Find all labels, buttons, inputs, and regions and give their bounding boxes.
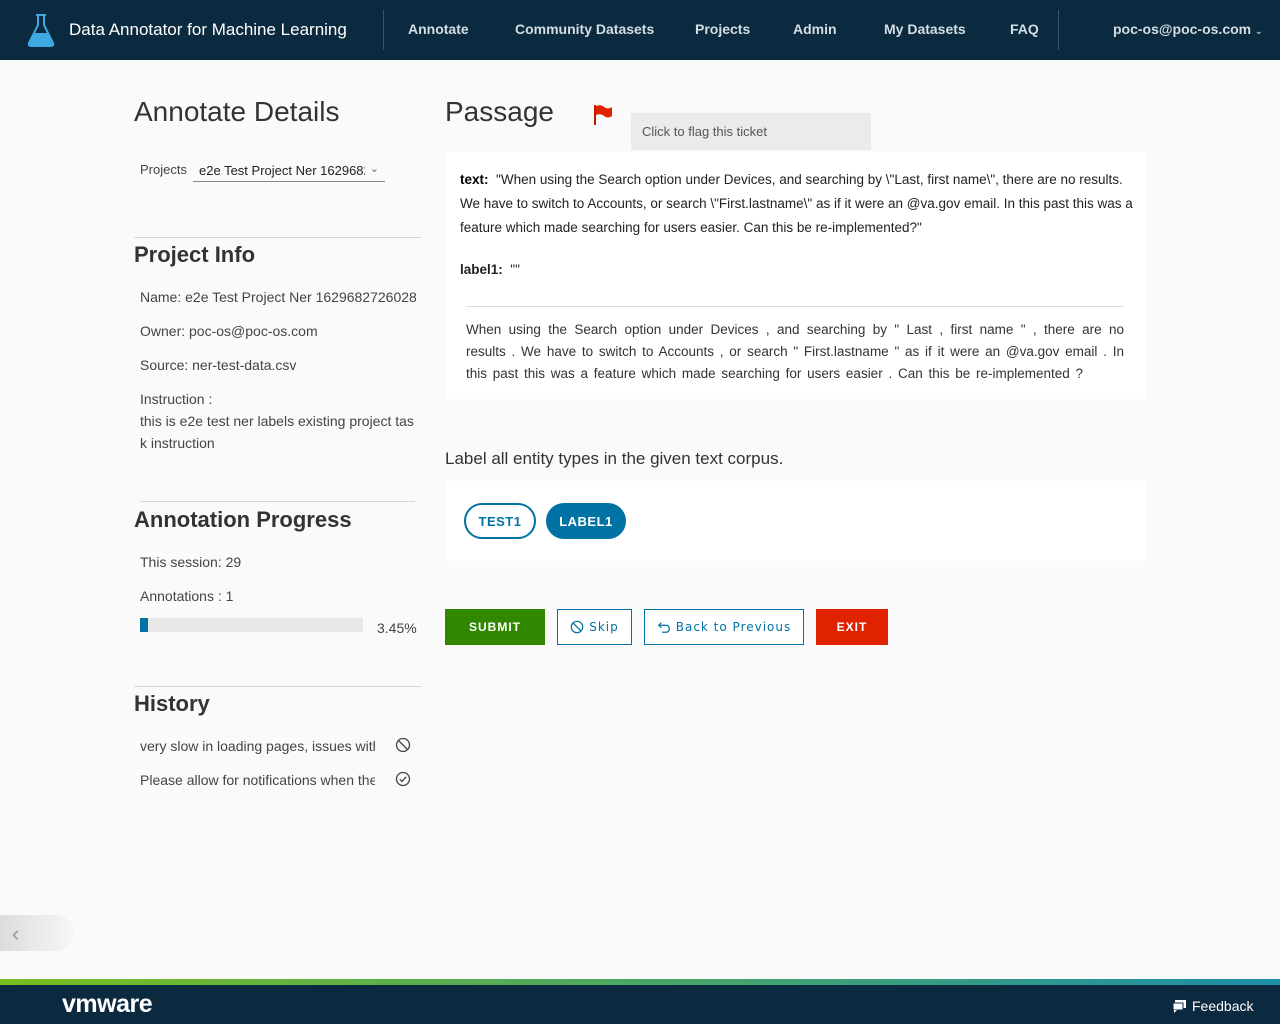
instruction-text-line2: k instruction	[140, 435, 215, 451]
user-menu[interactable]: poc-os@poc-os.com ⌄	[1113, 21, 1263, 37]
annotation-progress-heading: Annotation Progress	[134, 507, 352, 532]
project-owner: Owner: poc-os@poc-os.com	[140, 323, 318, 339]
skip-label: Skip	[589, 620, 619, 634]
label-line: label1: ""	[460, 262, 520, 277]
back-label: Back to Previous	[675, 620, 792, 634]
nav-separator	[1058, 10, 1059, 50]
chevron-down-icon: ⌄	[1255, 26, 1263, 36]
app-title: Data Annotator for Machine Learning	[69, 20, 347, 39]
text-value: "When using the Search option under Devi…	[460, 172, 1133, 235]
check-circle-icon	[395, 771, 411, 787]
projects-select[interactable]: e2e Test Project Ner 1629682726028 ⌄	[193, 160, 385, 182]
passage-text: text: "When using the Search option unde…	[460, 172, 1133, 235]
history-item[interactable]: very slow in loading pages, issues with …	[140, 738, 375, 754]
chevron-left-icon: ‹	[12, 921, 20, 946]
user-email: poc-os@poc-os.com	[1113, 21, 1252, 37]
divider	[140, 501, 415, 502]
token-text[interactable]: When using the Search option under Devic…	[466, 319, 1124, 385]
feedback-icon	[1172, 1000, 1186, 1013]
undo-icon	[657, 622, 670, 633]
flag-tooltip: Click to flag this ticket	[631, 113, 871, 150]
nav-faq[interactable]: FAQ	[1010, 21, 1039, 37]
divider	[466, 306, 1124, 307]
progress-percent: 3.45%	[377, 620, 417, 636]
nav-my-datasets[interactable]: My Datasets	[884, 21, 966, 37]
label-label1-button[interactable]: LABEL1	[546, 503, 626, 539]
instruction-text-line1: this is e2e test ner labels existing pro…	[140, 413, 414, 429]
divider	[134, 237, 421, 238]
projects-label: Projects	[140, 162, 187, 177]
back-to-previous-button[interactable]: Back to Previous	[644, 609, 804, 645]
project-source: Source: ner-test-data.csv	[140, 357, 297, 373]
top-header: Data Annotator for Machine Learning Anno…	[0, 0, 1280, 60]
skip-icon	[570, 620, 584, 634]
instruction-label: Instruction :	[140, 391, 213, 407]
label-key: label1	[460, 262, 499, 277]
chevron-down-icon: ⌄	[369, 163, 379, 175]
text-key: text	[460, 172, 485, 187]
project-info-heading: Project Info	[134, 242, 256, 267]
exit-button[interactable]: EXIT	[816, 609, 888, 645]
project-name: Name: e2e Test Project Ner 1629682726028	[140, 289, 417, 305]
nav-admin[interactable]: Admin	[793, 21, 837, 37]
progress-bar	[140, 618, 363, 632]
vmware-logo: vmware	[62, 990, 153, 1018]
session-count: This session: 29	[140, 554, 242, 570]
label-value: ""	[510, 262, 520, 277]
skip-icon	[395, 737, 411, 753]
flask-logo-icon	[27, 14, 55, 47]
projects-select-value: e2e Test Project Ner 1629682726028	[199, 163, 365, 178]
label-test1-button[interactable]: TEST1	[464, 503, 536, 539]
page-title: Annotate Details	[134, 96, 340, 127]
progress-bar-fill	[140, 618, 148, 632]
history-item[interactable]: Please allow for notifications when the …	[140, 772, 375, 788]
nav-community-datasets[interactable]: Community Datasets	[515, 21, 654, 37]
feedback-label: Feedback	[1192, 998, 1254, 1014]
footer: vmware Feedback	[0, 985, 1280, 1024]
logo-area[interactable]: Data Annotator for Machine Learning	[0, 10, 384, 50]
label-instruction: Label all entity types in the given text…	[445, 449, 784, 468]
divider	[134, 686, 421, 687]
annotations-count: Annotations : 1	[140, 588, 234, 604]
history-heading: History	[134, 691, 210, 716]
nav-projects[interactable]: Projects	[695, 21, 750, 37]
nav-annotate[interactable]: Annotate	[408, 21, 469, 37]
sidebar-toggle[interactable]: ‹	[0, 915, 74, 951]
passage-title: Passage	[445, 96, 554, 127]
feedback-button[interactable]: Feedback	[1172, 998, 1253, 1014]
submit-button[interactable]: SUBMIT	[445, 609, 545, 645]
flag-icon[interactable]	[592, 103, 614, 127]
skip-button[interactable]: Skip	[557, 609, 632, 645]
